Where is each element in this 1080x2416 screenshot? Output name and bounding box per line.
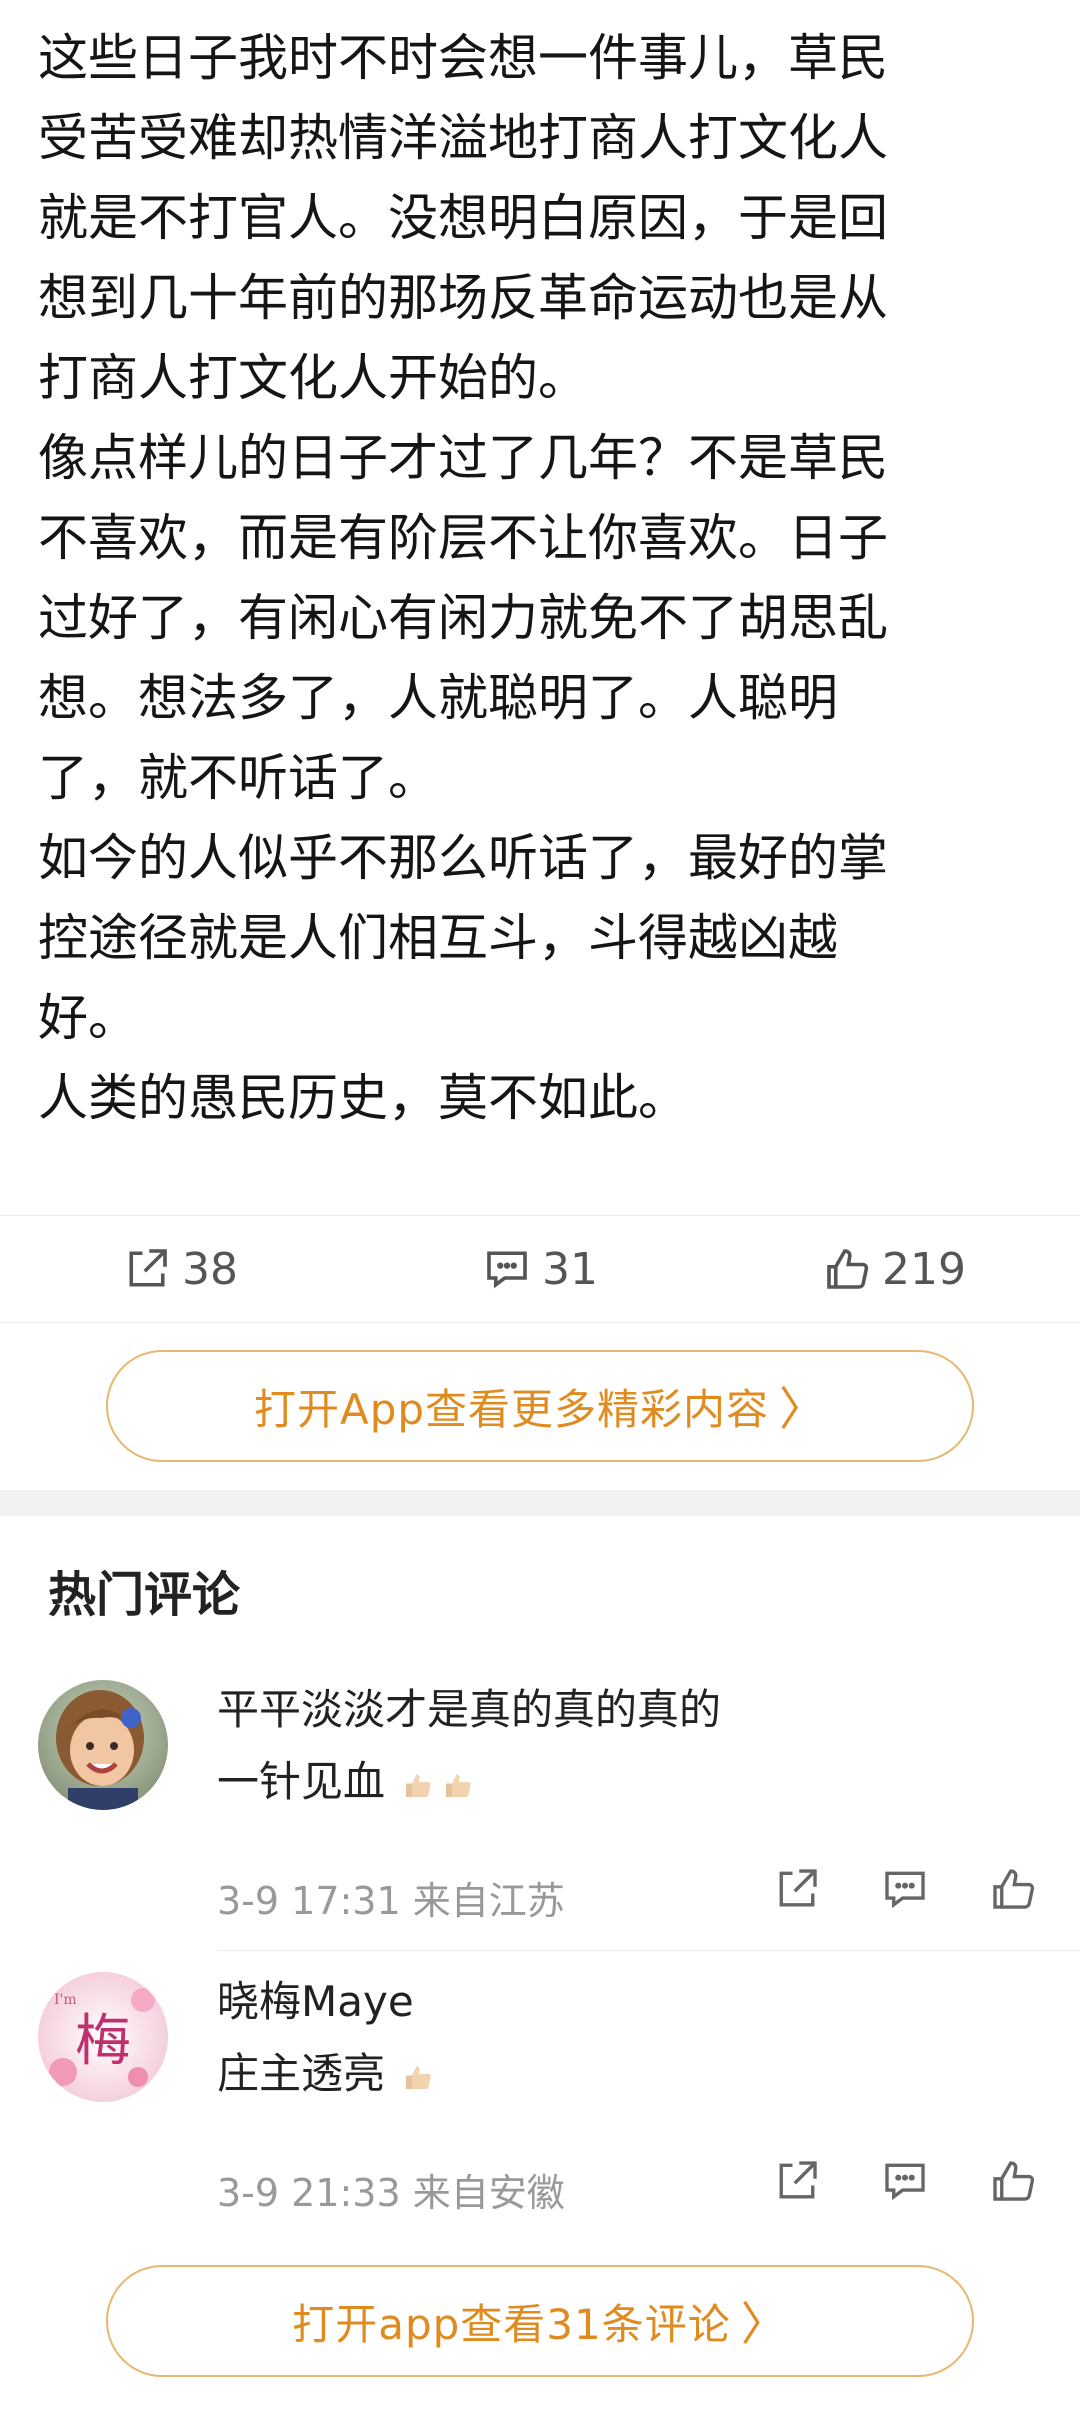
share-count: 38 <box>182 1243 238 1295</box>
post-body: 这些日子我时不时会想一件事儿，草民 受苦受难却热情洋溢地打商人打文化人 就是不打… <box>38 18 1048 1138</box>
comment-author-line: 平平淡淡才是真的真的真的 <box>217 1685 722 1734</box>
open-app-comments-button[interactable]: 打开app查看31条评论 〉 <box>106 2265 974 2377</box>
avatar-char: 梅 <box>75 2009 131 2074</box>
share-button[interactable]: 38 <box>120 1216 238 1322</box>
post-line: 这些日子我时不时会想一件事儿，草民 <box>38 29 888 87</box>
avatar-image: I'm 梅 <box>38 1972 168 2102</box>
comment-text: 庄主透亮 <box>217 2038 438 2110</box>
chevron-right-icon: 〉 <box>740 2297 788 2351</box>
open-app-more-label: 打开App查看更多精彩内容 <box>253 1384 770 1434</box>
comment-count: 31 <box>542 1243 598 1295</box>
comment-author-line: 晓梅Maye <box>217 1977 414 2026</box>
thumbs-up-icon <box>827 1249 869 1289</box>
avatar[interactable]: I'm 梅 <box>38 1972 168 2102</box>
comment-meta: 3-9 21:33 来自安徽 <box>217 2171 565 2215</box>
like-button[interactable]: 219 <box>820 1216 966 1322</box>
share-icon[interactable] <box>770 2154 824 2208</box>
post-line: 打商人打文化人开始的。 <box>38 349 588 407</box>
avatar[interactable] <box>38 1680 168 1810</box>
comment-icon <box>487 1251 527 1289</box>
section-divider <box>0 1490 1080 1516</box>
comment-icon[interactable] <box>878 1862 932 1916</box>
post-line: 想。想法多了，人就聪明了。人聪明 <box>38 669 838 727</box>
comment-icon[interactable] <box>878 2154 932 2208</box>
share-icon <box>129 1249 167 1287</box>
thumbs-up-emoji-icon <box>446 1774 472 1797</box>
comment-actions <box>770 2154 1040 2208</box>
post-line: 控途径就是人们相互斗，斗得越凶越 <box>38 909 838 967</box>
post-line: 不喜欢，而是有阶层不让你喜欢。日子 <box>38 509 888 567</box>
comment-text-content: 庄主透亮 <box>217 2049 386 2098</box>
share-icon[interactable] <box>770 1862 824 1916</box>
comment-text: 一针见血 <box>217 1746 478 1818</box>
comment-text-content: 一针见血 <box>217 1757 386 1806</box>
thumbs-up-icon[interactable] <box>986 2154 1040 2208</box>
post-action-bar: 38 31 219 <box>0 1215 1080 1323</box>
post-line: 像点样儿的日子才过了几年？不是草民 <box>38 429 888 487</box>
post-line: 如今的人似乎不那么听话了，最好的掌 <box>38 829 888 887</box>
comment-meta: 3-9 17:31 来自江苏 <box>217 1879 565 1923</box>
avatar-small-text: I'm <box>54 1992 77 2008</box>
thumbs-up-icon[interactable] <box>986 1862 1040 1916</box>
child-photo-icon <box>38 1680 168 1810</box>
open-app-more-button[interactable]: 打开App查看更多精彩内容 〉 <box>106 1350 974 1462</box>
post-line: 人类的愚民历史，莫不如此。 <box>38 1069 688 1127</box>
post-line: 好。 <box>38 989 138 1047</box>
thumbs-up-emoji-icon <box>406 2066 432 2089</box>
post-line: 了，就不听话了。 <box>38 749 438 807</box>
post-line: 受苦受难却热情洋溢地打商人打文化人 <box>38 109 888 167</box>
like-count: 219 <box>882 1243 966 1295</box>
post-line: 过好了，有闲心有闲力就免不了胡思乱 <box>38 589 888 647</box>
comment-separator <box>217 1950 1080 1951</box>
comment-actions <box>770 1862 1040 1916</box>
post-line: 想到几十年前的那场反革命运动也是从 <box>38 269 888 327</box>
thumbs-up-emoji-icon <box>406 1774 432 1797</box>
chevron-right-icon: 〉 <box>779 1382 827 1436</box>
comment-button[interactable]: 31 <box>480 1216 598 1322</box>
post-line: 就是不打官人。没想明白原因，于是回 <box>38 189 888 247</box>
open-app-comments-label: 打开app查看31条评论 <box>292 2299 731 2349</box>
hot-comments-title: 热门评论 <box>48 1567 241 1623</box>
